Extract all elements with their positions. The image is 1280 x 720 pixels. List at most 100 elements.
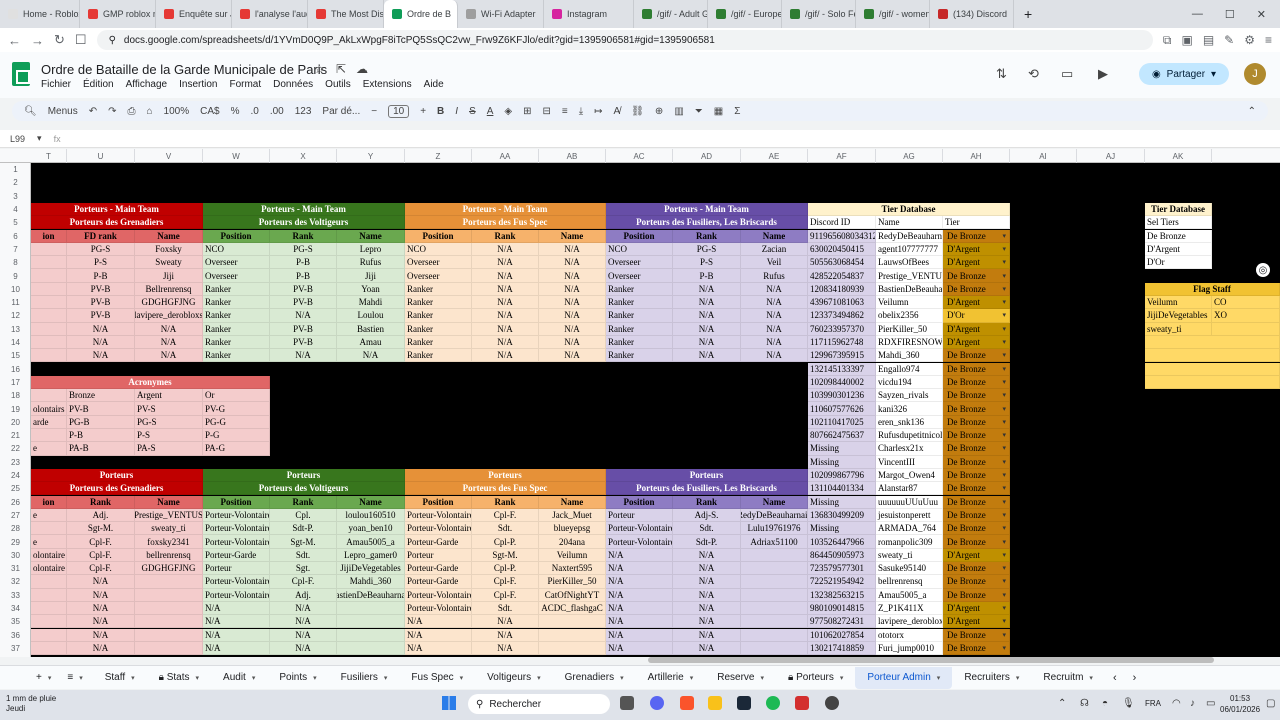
- table-cell[interactable]: N/A: [673, 601, 741, 616]
- table-cell[interactable]: N/A: [270, 628, 337, 642]
- flag-staff-name[interactable]: JijiDeVegetables: [1145, 309, 1212, 323]
- table-cell[interactable]: Naxtert595: [539, 562, 606, 576]
- discord-id-cell[interactable]: 102110417025: [808, 415, 876, 429]
- discord-id-cell[interactable]: 102099867796: [808, 468, 876, 483]
- tier-dropdown[interactable]: De Bronze: [943, 575, 1010, 589]
- collapse-icon[interactable]: ⌃: [1248, 106, 1256, 117]
- spotify-app-icon[interactable]: [766, 696, 780, 710]
- discord-id-cell[interactable]: 103990301236: [808, 389, 876, 403]
- table-cell[interactable]: Porteur-Garde: [405, 562, 472, 576]
- acronymes-cell[interactable]: PV-B: [67, 402, 135, 416]
- table-cell[interactable]: Jiji: [135, 269, 203, 283]
- table-cell[interactable]: [31, 282, 67, 296]
- column-header[interactable]: AH: [943, 149, 1010, 163]
- table-cell[interactable]: Jack_Muet: [539, 508, 606, 523]
- row-header[interactable]: 27: [0, 509, 31, 522]
- table-cell[interactable]: N/A: [606, 641, 673, 656]
- tier-dropdown[interactable]: De Bronze: [943, 508, 1010, 523]
- link-icon[interactable]: ⛓: [631, 106, 644, 117]
- horizontal-scrollbar[interactable]: [648, 657, 1214, 663]
- table-cell[interactable]: PV-B: [270, 335, 337, 350]
- row-header[interactable]: 9: [0, 269, 31, 282]
- discord-id-cell[interactable]: 123373494862: [808, 309, 876, 323]
- flag-staff-name[interactable]: Veilumn: [1145, 296, 1212, 310]
- site-info-icon[interactable]: ⚲: [109, 35, 116, 46]
- acronymes-header[interactable]: Bronze: [67, 389, 135, 403]
- table-cell[interactable]: N/A: [673, 322, 741, 336]
- discord-id-cell[interactable]: 131104401334: [808, 482, 876, 496]
- table-cell[interactable]: N/A: [203, 601, 270, 616]
- table-cell[interactable]: Ranker: [606, 309, 673, 323]
- discord-id-cell[interactable]: 760233957370: [808, 322, 876, 336]
- table-cell[interactable]: Ranker: [405, 335, 472, 350]
- discord-id-cell[interactable]: 864450905973: [808, 548, 876, 562]
- table-cell[interactable]: Cpl-F.: [270, 575, 337, 589]
- discord-id-cell[interactable]: 630020450415: [808, 242, 876, 257]
- table-cell[interactable]: N/A: [673, 349, 741, 363]
- column-label[interactable]: Name: [337, 229, 405, 243]
- table-cell[interactable]: Cpl-P.: [472, 535, 539, 549]
- table-cell[interactable]: Ranker: [203, 309, 270, 323]
- table-cell[interactable]: PG-S: [67, 242, 135, 257]
- table-cell[interactable]: PierKiller_50: [539, 575, 606, 589]
- row-header[interactable]: 18: [0, 389, 31, 402]
- table-cell[interactable]: Porteur-Volontaire: [405, 508, 472, 523]
- table-cell[interactable]: Prestige_VENTUS: [135, 508, 203, 523]
- font-select[interactable]: Par dé...: [322, 106, 360, 117]
- group-subtitle[interactable]: Porteurs des Grenadiers: [31, 482, 203, 496]
- table-cell[interactable]: RedyDeBeauharnais: [741, 508, 808, 523]
- table-cell[interactable]: Porteur-Volontaire: [606, 535, 673, 549]
- table-cell[interactable]: Adj-S.: [673, 508, 741, 523]
- bookmark-icon[interactable]: ☐: [75, 32, 87, 48]
- table-cell[interactable]: N/A: [203, 615, 270, 629]
- maximize-icon[interactable]: ☐: [1225, 8, 1235, 21]
- table-cell[interactable]: Sgt.: [270, 562, 337, 576]
- column-header[interactable]: AI: [1010, 149, 1077, 163]
- merge-icon[interactable]: ⊟: [543, 106, 551, 117]
- table-cell[interactable]: [135, 615, 203, 629]
- table-cell[interactable]: Overseer: [203, 256, 270, 270]
- tier-name-cell[interactable]: sweaty_ti: [876, 548, 943, 562]
- table-cell[interactable]: Sweaty: [135, 256, 203, 270]
- meet-icon[interactable]: ▶: [1098, 66, 1108, 82]
- table-cell[interactable]: GDGHGFJNG: [135, 562, 203, 576]
- table-cell[interactable]: N/A: [472, 296, 539, 310]
- table-cell[interactable]: N/A: [539, 242, 606, 257]
- tier-database-title[interactable]: Tier Database: [808, 202, 1010, 217]
- table-cell[interactable]: P-S: [67, 256, 135, 270]
- table-cell[interactable]: NCO: [606, 242, 673, 257]
- table-cell[interactable]: N/A: [472, 309, 539, 323]
- table-cell[interactable]: Ranker: [606, 282, 673, 296]
- discord-id-cell[interactable]: 132145133397: [808, 362, 876, 376]
- group-subtitle[interactable]: Porteurs des Fus Spec: [405, 216, 606, 230]
- sheets-logo-icon[interactable]: [12, 62, 30, 86]
- table-cell[interactable]: [337, 628, 405, 642]
- table-cell[interactable]: N/A: [539, 269, 606, 283]
- tier-name-cell[interactable]: Prestige_VENTUS: [876, 269, 943, 283]
- table-cell[interactable]: Bastien: [337, 322, 405, 336]
- table-cell[interactable]: P-B: [673, 269, 741, 283]
- discord-id-cell[interactable]: 120834180939: [808, 282, 876, 296]
- tier-name-cell[interactable]: uuuuuuUUuUuu: [876, 495, 943, 509]
- table-cell[interactable]: Foxsky: [135, 242, 203, 257]
- sheet-tab[interactable]: Porteur Admin: [855, 666, 953, 689]
- tier-name-cell[interactable]: ARMADA_764: [876, 522, 943, 536]
- column-header[interactable]: T: [31, 149, 67, 163]
- table-cell[interactable]: N/A: [270, 349, 337, 363]
- table-cell[interactable]: [135, 628, 203, 642]
- table-cell[interactable]: N/A: [67, 322, 135, 336]
- tier-dropdown[interactable]: D'Argent: [943, 335, 1010, 350]
- table-cell[interactable]: Ranker: [203, 349, 270, 363]
- tier-name-cell[interactable]: Rufusdupetitnicolas: [876, 429, 943, 443]
- column-header[interactable]: AG: [876, 149, 943, 163]
- table-cell[interactable]: N/A: [673, 282, 741, 296]
- tier-name-cell[interactable]: eren_snk136: [876, 415, 943, 429]
- task-view-icon[interactable]: [620, 696, 634, 710]
- table-cell[interactable]: CatOfNightYT: [539, 588, 606, 602]
- align-icon[interactable]: ≡: [562, 106, 568, 117]
- tier-dropdown[interactable]: De Bronze: [943, 229, 1010, 243]
- reload-icon[interactable]: ↻: [54, 32, 65, 48]
- column-label[interactable]: ion: [31, 495, 67, 509]
- table-cell[interactable]: yoan_ben10: [337, 522, 405, 536]
- flag-staff-title[interactable]: Flag Staff: [1145, 282, 1280, 296]
